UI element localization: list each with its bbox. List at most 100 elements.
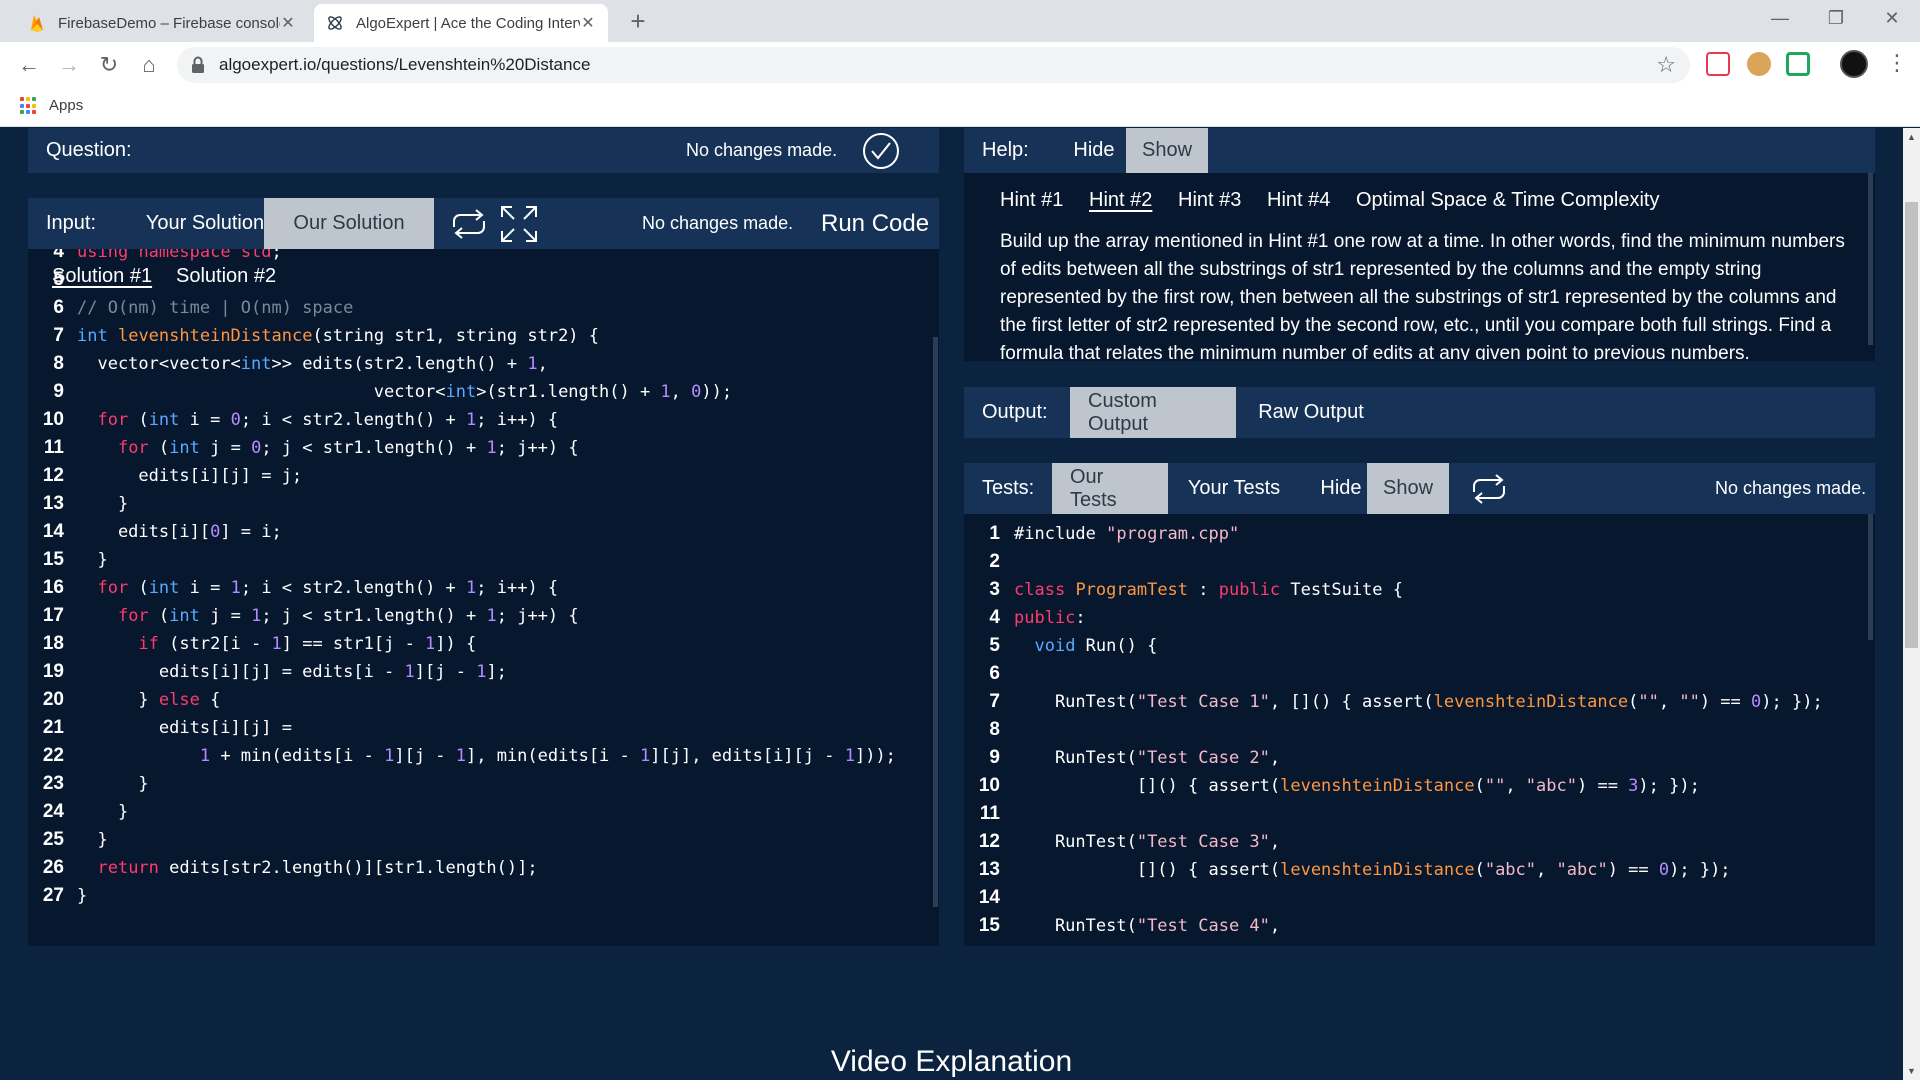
code-line: 1 + min(edits[i - 1][j - 1], min(edits[i… (199, 746, 896, 766)
help-label: Help: (982, 139, 1029, 161)
line-number: 3 (989, 579, 1000, 600)
code-line: } (77, 802, 129, 822)
our-solution-tab[interactable]: Our Solution (264, 198, 434, 249)
code-line: RunTest("Test Case 1", []() { assert(lev… (1014, 692, 1823, 712)
code-line: for (int j = 1; j < str1.length() + 1; j… (117, 606, 579, 626)
line-number: 19 (42, 661, 64, 682)
line-number: 16 (42, 577, 64, 598)
close-tab-icon[interactable]: ✕ (580, 13, 596, 33)
bookmarks-bar: Apps (0, 87, 1920, 127)
line-number: 22 (42, 745, 64, 766)
solution-editor[interactable]: Solution #1 Solution #2 4 using namespace… (28, 249, 939, 946)
your-tests-tab[interactable]: Your Tests (1168, 463, 1300, 514)
tests-editor-scrollbar[interactable] (1868, 514, 1873, 640)
editor-scrollbar[interactable] (933, 337, 938, 907)
code-line: RunTest("Test Case 3", (1014, 832, 1281, 852)
line-number: 8 (53, 353, 64, 374)
code-line: return edits[str2.length()][str1.length(… (97, 858, 538, 878)
tests-label: Tests: (982, 477, 1035, 499)
reset-icon[interactable] (448, 198, 490, 249)
our-tests-tab[interactable]: Our Tests (1052, 463, 1168, 514)
code-line: #include "program.cpp" (1014, 524, 1240, 544)
hint-tab[interactable]: Hint #1 (1000, 189, 1063, 212)
custom-output-tab[interactable]: Custom Output (1070, 387, 1236, 438)
hint-tab[interactable]: Hint #2 (1089, 189, 1152, 212)
input-status: No changes made. (642, 213, 794, 233)
hint-text: Build up the array mentioned in Hint #1 … (1000, 231, 1845, 360)
profile-avatar[interactable] (1840, 50, 1868, 78)
cookie-extension-icon[interactable] (1747, 52, 1771, 76)
help-show-button[interactable]: Show (1126, 128, 1208, 173)
code-line: RunTest("Test Case 2", (1014, 748, 1281, 768)
tab-firebase[interactable]: FirebaseDemo – Firebase console ✕ (16, 4, 308, 42)
url-text: algoexpert.io/questions/Levenshtein%20Di… (219, 55, 591, 74)
output-label: Output: (982, 401, 1048, 423)
hint-tab[interactable]: Hint #3 (1178, 189, 1241, 212)
code-line: edits[i][j] = j; (77, 466, 303, 486)
line-number: 12 (978, 831, 1000, 852)
help-hide-button[interactable]: Hide (1052, 128, 1136, 173)
hint-tab[interactable]: Optimal Space & Time Complexity (1356, 189, 1659, 212)
code-line: []() { assert(levenshteinDistance("abc",… (1014, 860, 1731, 880)
address-bar[interactable]: algoexpert.io/questions/Levenshtein%20Di… (177, 47, 1690, 83)
tests-editor[interactable]: 1 #include "program.cpp" 2 3 class ProgramTe… (964, 514, 1875, 946)
code-line: using namespace std; (77, 249, 282, 262)
question-bar: Question: No changes made. (28, 128, 939, 173)
hint-tab[interactable]: Hint #4 (1267, 189, 1330, 212)
run-code-button[interactable]: Run Code (821, 198, 929, 249)
fullscreen-icon[interactable] (498, 198, 540, 249)
line-number: 25 (42, 829, 64, 850)
apps-bookmark[interactable]: Apps (49, 97, 83, 114)
line-number: 26 (42, 857, 64, 878)
help-bar: Help: Hide Show (964, 128, 1875, 173)
scroll-down-arrow-icon[interactable]: ▼ (1907, 1066, 1916, 1076)
home-icon[interactable]: ⌂ (132, 48, 166, 82)
hints-scrollbar[interactable] (1868, 173, 1873, 345)
line-number: 13 (42, 493, 64, 514)
line-number: 15 (42, 549, 64, 570)
code-line: vector<int>(str1.length() + 1, 0)); (77, 382, 733, 402)
back-icon[interactable]: ← (12, 48, 46, 82)
tab-algoexpert[interactable]: AlgoExpert | Ace the Coding Interview ✕ (314, 4, 608, 42)
more-menu-icon[interactable]: ⋮ (1886, 50, 1908, 76)
page-scrollbar-thumb[interactable] (1905, 202, 1918, 648)
page-scrollbar[interactable]: ▲ ▼ (1903, 128, 1920, 1080)
forward-icon[interactable]: → (52, 48, 86, 82)
solution-code[interactable]: 4 using namespace std; 5 6 // O(nm) time | O… (28, 249, 939, 946)
line-number: 9 (53, 381, 64, 402)
line-number: 15 (978, 915, 1000, 936)
code-line: } (77, 830, 108, 850)
line-number: 23 (42, 773, 64, 794)
minimize-icon[interactable]: — (1752, 0, 1808, 36)
bookmark-star-icon[interactable]: ☆ (1656, 52, 1676, 78)
line-number: 1 (989, 523, 1000, 544)
code-line: edits[i][j] = edits[i - 1][j - 1]; (77, 662, 507, 682)
translate-extension-icon[interactable] (1786, 52, 1810, 76)
raw-output-tab[interactable]: Raw Output (1236, 387, 1386, 438)
pocket-extension-icon[interactable] (1706, 52, 1730, 76)
tests-reset-icon[interactable] (1468, 463, 1510, 514)
line-number: 12 (42, 465, 64, 486)
input-bar: Input: Your Solution Our Solution No cha… (28, 198, 939, 249)
code-line: for (int i = 0; i < str2.length() + 1; i… (97, 410, 559, 430)
scroll-up-arrow-icon[interactable]: ▲ (1907, 132, 1916, 142)
your-solution-tab[interactable]: Your Solution (126, 198, 284, 249)
restore-icon[interactable]: ❐ (1808, 0, 1864, 36)
line-number: 24 (42, 801, 64, 822)
line-number: 21 (42, 717, 64, 738)
saved-check-icon (862, 128, 900, 173)
code-line: } (77, 494, 129, 514)
tests-code[interactable]: 1 #include "program.cpp" 2 3 class ProgramTe… (964, 514, 1875, 946)
reload-icon[interactable]: ↻ (92, 48, 126, 82)
window-close-icon[interactable]: ✕ (1864, 0, 1920, 36)
close-tab-icon[interactable]: ✕ (280, 13, 296, 33)
tests-show-button[interactable]: Show (1367, 463, 1449, 514)
code-line: // O(nm) time | O(nm) space (77, 298, 354, 318)
line-number: 7 (53, 325, 64, 346)
code-line: } (77, 774, 149, 794)
question-label: Question: (46, 139, 132, 161)
new-tab-button[interactable]: + (622, 6, 654, 38)
tests-bar: Tests: Our Tests Your Tests Hide Show No… (964, 463, 1875, 514)
apps-grid-icon[interactable] (20, 97, 38, 115)
code-line: class ProgramTest : public TestSuite { (1014, 580, 1403, 600)
